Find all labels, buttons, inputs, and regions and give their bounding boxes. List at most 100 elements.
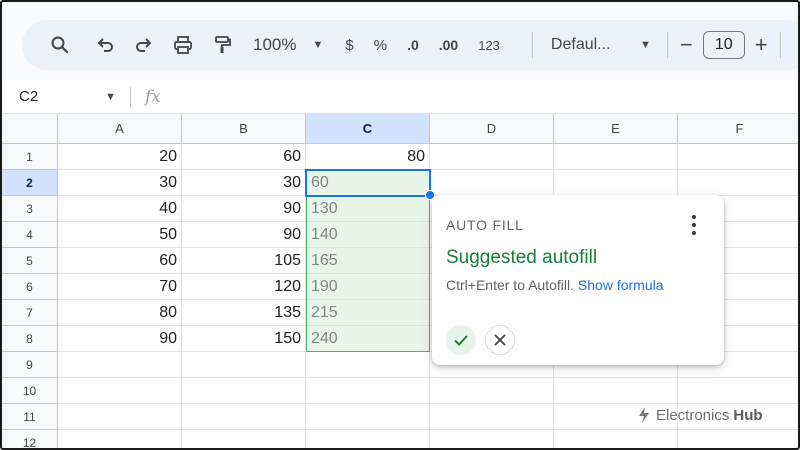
cell-b4[interactable]: 90 — [182, 222, 306, 248]
column-header-c[interactable]: C — [306, 114, 430, 144]
cell-e10[interactable] — [554, 378, 678, 404]
redo-icon[interactable] — [128, 29, 160, 61]
select-all-corner[interactable] — [2, 114, 58, 144]
cell-d11[interactable] — [430, 404, 554, 430]
cell-f1[interactable] — [678, 144, 798, 170]
row-header-12[interactable]: 12 — [2, 430, 58, 448]
cell-c11[interactable] — [306, 404, 430, 430]
accept-autofill-button[interactable] — [446, 325, 476, 355]
increase-decimal-button[interactable]: .00 — [439, 37, 458, 53]
suggested-cell-c5[interactable]: 165 — [306, 248, 430, 274]
cell-b8[interactable]: 150 — [182, 326, 306, 352]
row-header-1[interactable]: 1 — [2, 144, 58, 170]
watermark-text: Electronics — [656, 406, 730, 424]
cell-a11[interactable] — [58, 404, 182, 430]
decrease-decimal-button[interactable]: .0 — [407, 37, 419, 53]
suggested-cell-c3[interactable]: 130 — [306, 196, 430, 222]
cell-f10[interactable] — [678, 378, 798, 404]
cell-a9[interactable] — [58, 352, 182, 378]
name-box-value: C2 — [19, 88, 39, 105]
column-header-e[interactable]: E — [554, 114, 678, 144]
cell-a5[interactable]: 60 — [58, 248, 182, 274]
row-header-2[interactable]: 2 — [2, 170, 58, 196]
cell-a6[interactable]: 70 — [58, 274, 182, 300]
column-header-b[interactable]: B — [182, 114, 306, 144]
fx-icon: fx — [145, 86, 161, 107]
cell-b7[interactable]: 135 — [182, 300, 306, 326]
cell-f2[interactable] — [678, 170, 798, 196]
autofill-popup: AUTO FILL Suggested autofill Ctrl+Enter to… — [432, 195, 724, 365]
name-box[interactable]: C2 ▼ — [2, 88, 130, 105]
row-header-6[interactable]: 6 — [2, 274, 58, 300]
suggested-cell-c2[interactable]: 60 — [306, 170, 430, 196]
row-header-8[interactable]: 8 — [2, 326, 58, 352]
cell-a7[interactable]: 80 — [58, 300, 182, 326]
cell-c10[interactable] — [306, 378, 430, 404]
cell-b10[interactable] — [182, 378, 306, 404]
cell-b12[interactable] — [182, 430, 306, 448]
suggested-cell-c8[interactable]: 240 — [306, 326, 430, 352]
cell-c12[interactable] — [306, 430, 430, 448]
autofill-heading: Suggested autofill — [446, 247, 598, 268]
cell-b1[interactable]: 60 — [182, 144, 306, 170]
number-format-button[interactable]: 123 — [478, 38, 500, 53]
suggested-cell-c4[interactable]: 140 — [306, 222, 430, 248]
checkmark-icon — [454, 335, 468, 346]
cell-b9[interactable] — [182, 352, 306, 378]
more-options-icon[interactable] — [686, 213, 702, 237]
cell-a12[interactable] — [58, 430, 182, 448]
cell-b2[interactable]: 30 — [182, 170, 306, 196]
cell-a3[interactable]: 40 — [58, 196, 182, 222]
column-header-d[interactable]: D — [430, 114, 554, 144]
cell-d1[interactable] — [430, 144, 554, 170]
row-header-11[interactable]: 11 — [2, 404, 58, 430]
undo-icon[interactable] — [89, 29, 121, 61]
currency-format-button[interactable]: $ — [345, 37, 353, 54]
cell-c9[interactable] — [306, 352, 430, 378]
cell-d2[interactable] — [430, 170, 554, 196]
cell-a10[interactable] — [58, 378, 182, 404]
column-header-a[interactable]: A — [58, 114, 182, 144]
cell-b5[interactable]: 105 — [182, 248, 306, 274]
row-header-5[interactable]: 5 — [2, 248, 58, 274]
row-header-9[interactable]: 9 — [2, 352, 58, 378]
row-header-3[interactable]: 3 — [2, 196, 58, 222]
cell-a1[interactable]: 20 — [58, 144, 182, 170]
paint-format-icon[interactable] — [206, 29, 238, 61]
cell-a4[interactable]: 50 — [58, 222, 182, 248]
cell-d12[interactable] — [430, 430, 554, 448]
font-select[interactable]: Defaul... ▼ — [551, 36, 651, 54]
zoom-select[interactable]: 100% ▼ — [253, 35, 323, 55]
formula-bar-divider — [130, 86, 131, 107]
toolbar-divider — [531, 32, 533, 58]
chevron-down-icon: ▼ — [105, 90, 116, 103]
toolbar-divider — [666, 32, 668, 58]
toolbar: 100% ▼ $ % .0 .00 123 Defaul... ▼ − 10 + — [22, 20, 798, 70]
row-header-10[interactable]: 10 — [2, 378, 58, 404]
column-header-f[interactable]: F — [678, 114, 798, 144]
search-icon[interactable] — [44, 29, 76, 61]
font-size-input[interactable]: 10 — [702, 31, 745, 59]
cell-c1[interactable]: 80 — [306, 144, 430, 170]
show-formula-link[interactable]: Show formula — [578, 277, 664, 293]
suggested-cell-c7[interactable]: 215 — [306, 300, 430, 326]
cell-b11[interactable] — [182, 404, 306, 430]
cell-e1[interactable] — [554, 144, 678, 170]
suggested-cell-c6[interactable]: 190 — [306, 274, 430, 300]
zoom-value: 100% — [253, 35, 297, 54]
row-header-7[interactable]: 7 — [2, 300, 58, 326]
row-header-4[interactable]: 4 — [2, 222, 58, 248]
cell-b3[interactable]: 90 — [182, 196, 306, 222]
cell-a8[interactable]: 90 — [58, 326, 182, 352]
cell-e12[interactable] — [554, 430, 678, 448]
print-icon[interactable] — [167, 29, 199, 61]
decrease-font-size-button[interactable]: − — [680, 32, 693, 58]
cell-a2[interactable]: 30 — [58, 170, 182, 196]
cell-b6[interactable]: 120 — [182, 274, 306, 300]
percent-format-button[interactable]: % — [374, 37, 387, 54]
cell-d10[interactable] — [430, 378, 554, 404]
cell-f12[interactable] — [678, 430, 798, 448]
cell-e2[interactable] — [554, 170, 678, 196]
dismiss-autofill-button[interactable] — [485, 325, 515, 355]
increase-font-size-button[interactable]: + — [755, 32, 768, 58]
